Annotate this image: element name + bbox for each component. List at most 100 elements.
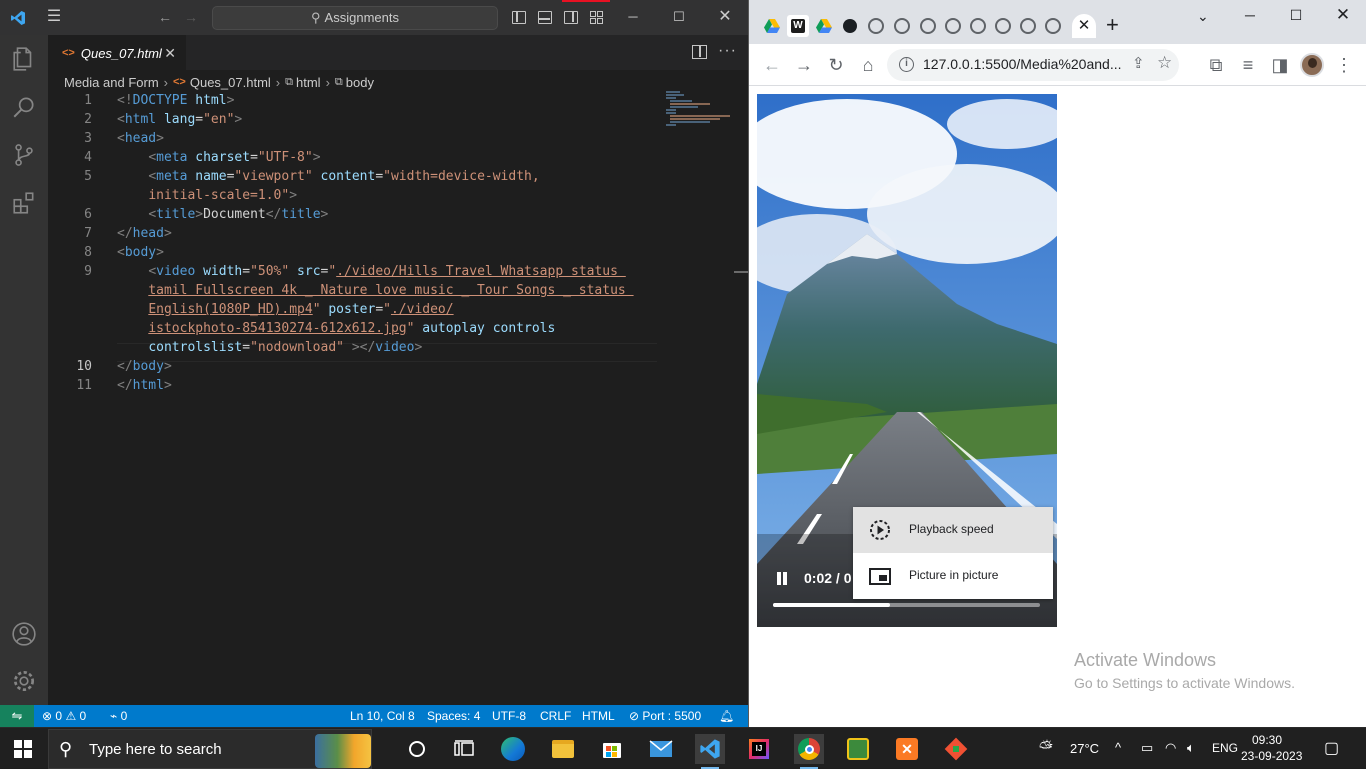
command-center-search[interactable]: ⚲ Assignments	[212, 6, 498, 30]
mail-icon[interactable]	[646, 734, 676, 764]
extensions-puzzle-icon[interactable]: ⧉	[1203, 52, 1229, 78]
menu-item-picture-in-picture[interactable]: Picture in picture	[853, 553, 1053, 599]
search-highlight-image[interactable]	[315, 734, 371, 768]
intellij-icon[interactable]: IJ	[744, 734, 774, 764]
task-view-icon[interactable]	[449, 734, 479, 764]
forward-arrow-icon[interactable]: →	[791, 52, 817, 78]
code-line[interactable]: <meta charset="UTF-8">	[117, 148, 320, 167]
globe-tab-icon[interactable]	[992, 15, 1014, 37]
globe-tab-icon[interactable]	[1042, 15, 1064, 37]
wifi-icon[interactable]: ◠	[1165, 740, 1176, 756]
globe-tab-icon[interactable]	[865, 15, 887, 37]
remote-indicator-icon[interactable]: ⇋	[0, 705, 34, 727]
back-arrow-icon[interactable]: ←	[759, 52, 785, 78]
globe-tab-icon[interactable]	[967, 15, 989, 37]
minimize-button[interactable]: ─	[610, 0, 656, 35]
customize-layout-icon[interactable]	[590, 11, 604, 24]
source-control-icon[interactable]	[0, 131, 48, 179]
cursor-position[interactable]: Ln 10, Col 8	[350, 705, 415, 727]
language-mode[interactable]: HTML	[582, 705, 615, 727]
file-explorer-icon[interactable]	[548, 734, 578, 764]
close-button[interactable]: ✕	[702, 0, 748, 35]
breadcrumb-body[interactable]: body	[346, 75, 374, 90]
clock-time[interactable]: 09:30	[1252, 733, 1282, 747]
toggle-secondary-sidebar-icon[interactable]	[564, 11, 578, 24]
show-hidden-icons-chevron-icon[interactable]: ^	[1115, 740, 1121, 755]
editor-tab[interactable]: <> Ques_07.html ✕	[48, 35, 186, 70]
menu-item-playback-speed[interactable]: Playback speed	[853, 507, 1053, 553]
settings-gear-icon[interactable]	[0, 657, 48, 705]
battery-icon[interactable]: ▭	[1141, 740, 1153, 756]
maximize-button[interactable]: ☐	[1273, 0, 1319, 32]
maximize-button[interactable]: ☐	[656, 0, 702, 35]
indentation[interactable]: Spaces: 4	[427, 705, 480, 727]
microsoft-store-icon[interactable]	[597, 734, 627, 764]
git-gui-icon[interactable]	[941, 734, 971, 764]
breadcrumb-folder[interactable]: Media and Form	[64, 75, 159, 90]
code-line[interactable]: </body>	[117, 357, 172, 376]
github-tab-icon[interactable]	[839, 15, 861, 37]
windows-start-icon[interactable]	[14, 740, 32, 758]
wordpress-tab-icon[interactable]: W	[787, 15, 809, 37]
globe-tab-icon[interactable]	[891, 15, 913, 37]
hamburger-menu-icon[interactable]: ☰	[44, 9, 64, 27]
site-info-icon[interactable]: i	[899, 57, 914, 72]
globe-tab-icon[interactable]	[942, 15, 964, 37]
code-line[interactable]: <video width="50%" src="./video/Hills Tr…	[117, 262, 626, 281]
code-line[interactable]: tamil Fullscreen 4k _ Nature love music …	[117, 281, 634, 300]
problems-indicator[interactable]: ⊗ 0 ⚠ 0	[42, 705, 86, 727]
chrome-taskbar-icon[interactable]	[794, 734, 824, 769]
google-drive-tab-icon[interactable]	[761, 15, 783, 37]
reload-icon[interactable]: ↻	[823, 52, 849, 78]
notification-center-icon[interactable]: ▢	[1324, 738, 1339, 758]
google-drive-tab-icon[interactable]	[813, 15, 835, 37]
xampp-icon[interactable]: ✕	[892, 734, 922, 764]
encoding[interactable]: UTF-8	[492, 705, 526, 727]
share-icon[interactable]: ⇪	[1132, 54, 1145, 72]
code-line[interactable]: initial-scale=1.0">	[117, 186, 297, 205]
code-line[interactable]: <!DOCTYPE html>	[117, 91, 234, 110]
code-line[interactable]: <title>Document</title>	[117, 205, 328, 224]
back-arrow-icon[interactable]: ←	[156, 9, 174, 25]
breadcrumb-file[interactable]: Ques_07.html	[190, 75, 271, 90]
toggle-panel-icon[interactable]	[538, 11, 552, 24]
minimize-button[interactable]: ─	[1227, 0, 1273, 32]
breadcrumb-html[interactable]: html	[296, 75, 321, 90]
extensions-icon[interactable]	[0, 179, 48, 227]
end-of-line[interactable]: CRLF	[540, 705, 571, 727]
close-button[interactable]: ✕	[1319, 0, 1366, 32]
split-editor-icon[interactable]	[692, 45, 707, 59]
taskbar-search-box[interactable]: ⚲ Type here to search	[48, 729, 372, 769]
cortana-icon[interactable]	[402, 734, 432, 764]
pause-icon[interactable]	[775, 572, 789, 586]
tab-search-chevron-icon[interactable]: ⌄	[1197, 8, 1209, 25]
code-line[interactable]: <meta name="viewport" content="width=dev…	[117, 167, 539, 186]
profile-avatar[interactable]	[1300, 53, 1324, 77]
more-menu-icon[interactable]: ⋮	[1331, 52, 1357, 78]
tab-close-icon[interactable]: ✕	[164, 45, 176, 62]
code-line[interactable]: istockphoto-854130274-612x612.jpg" autop…	[117, 319, 555, 338]
code-line[interactable]: <html lang="en">	[117, 110, 242, 129]
weather-cloud-icon[interactable]: ⛅︎	[1039, 738, 1053, 758]
globe-tab-icon[interactable]	[917, 15, 939, 37]
globe-tab-icon[interactable]	[1017, 15, 1039, 37]
media-controls-icon[interactable]: ≡	[1235, 52, 1261, 78]
side-panel-icon[interactable]: ◨	[1267, 52, 1293, 78]
code-line[interactable]: <body>	[117, 243, 164, 262]
live-server-port[interactable]: ⊘ Port : 5500	[629, 705, 701, 727]
edge-browser-icon[interactable]	[498, 734, 528, 764]
ports-indicator[interactable]: ⌁ 0	[110, 705, 127, 727]
active-tab-close-icon[interactable]: ✕	[1072, 14, 1096, 38]
video-progress-track[interactable]	[773, 603, 1040, 607]
snipping-tool-icon[interactable]	[843, 734, 873, 764]
new-tab-plus-icon[interactable]: +	[1106, 12, 1119, 38]
code-line[interactable]: </head>	[117, 224, 172, 243]
address-bar[interactable]: i 127.0.0.1:5500/Media%20and... ⇪ ☆	[887, 49, 1179, 81]
minimap[interactable]	[664, 91, 734, 131]
home-icon[interactable]: ⌂	[855, 52, 881, 78]
more-actions-icon[interactable]: ···	[718, 42, 737, 60]
input-language[interactable]: ENG	[1212, 741, 1238, 755]
weather-temperature[interactable]: 27°C	[1070, 741, 1099, 756]
code-line[interactable]: <head>	[117, 129, 164, 148]
vertical-scrollbar[interactable]	[734, 271, 748, 273]
